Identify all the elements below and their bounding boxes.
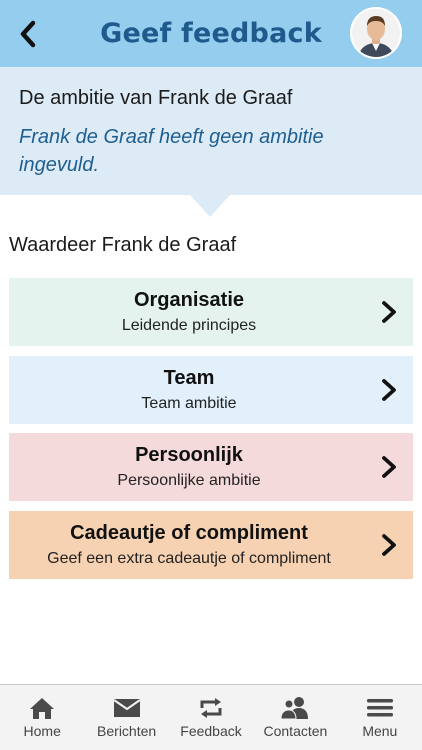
tab-label: Home <box>23 723 61 739</box>
card-subtitle: Geef een extra cadeautje of compliment <box>47 550 331 567</box>
card-subtitle: Persoonlijke ambitie <box>117 472 261 489</box>
card-subtitle: Leidende principes <box>121 317 257 334</box>
avatar[interactable] <box>350 7 402 59</box>
tab-label: Berichten <box>97 723 157 739</box>
card-subtitle: Team ambitie <box>141 395 237 412</box>
card-cadeautje[interactable]: Cadeautje of compliment Geef een extra c… <box>9 511 413 579</box>
tab-berichten[interactable]: Berichten <box>84 685 168 750</box>
card-title: Organisatie <box>133 289 245 311</box>
user-avatar-icon <box>352 9 400 57</box>
card-organisatie[interactable]: Organisatie Leidende principes <box>9 278 413 346</box>
tab-feedback[interactable]: Feedback <box>169 685 253 750</box>
repeat-icon <box>200 698 222 718</box>
section-label: Waardeer Frank de Graaf <box>9 234 237 256</box>
chevron-right-icon <box>382 379 396 401</box>
tab-menu[interactable]: Menu <box>338 685 422 750</box>
home-icon <box>30 698 55 719</box>
ambition-text: Frank de Graaf heeft geen ambitie ingevu… <box>19 126 324 176</box>
tab-home[interactable]: Home <box>0 685 84 750</box>
app-header: Geef feedback <box>0 0 422 67</box>
ambition-pointer <box>190 195 230 217</box>
chevron-right-icon <box>382 301 396 323</box>
page-title: Geef feedback <box>100 18 322 49</box>
card-title: Cadeautje of compliment <box>70 522 308 544</box>
ambition-heading: De ambitie van Frank de Graaf <box>19 87 293 109</box>
tab-label: Menu <box>362 723 398 739</box>
menu-icon <box>366 699 393 717</box>
ambition-panel: De ambitie van Frank de Graaf Frank de G… <box>0 67 422 195</box>
card-team[interactable]: Team Team ambitie <box>9 356 413 424</box>
back-button[interactable] <box>8 12 48 56</box>
chevron-left-icon <box>20 20 36 48</box>
contacts-icon <box>280 697 309 720</box>
tab-label: Feedback <box>180 723 242 739</box>
tab-contacten[interactable]: Contacten <box>253 685 337 750</box>
tab-bar: Home Berichten Feedback Contacten Menu <box>0 684 422 750</box>
mail-icon <box>113 699 141 717</box>
tab-label: Contacten <box>263 723 328 739</box>
card-title: Persoonlijk <box>135 444 243 466</box>
card-persoonlijk[interactable]: Persoonlijk Persoonlijke ambitie <box>9 433 413 501</box>
card-title: Team <box>163 367 215 389</box>
chevron-right-icon <box>382 456 396 478</box>
chevron-right-icon <box>382 534 396 556</box>
